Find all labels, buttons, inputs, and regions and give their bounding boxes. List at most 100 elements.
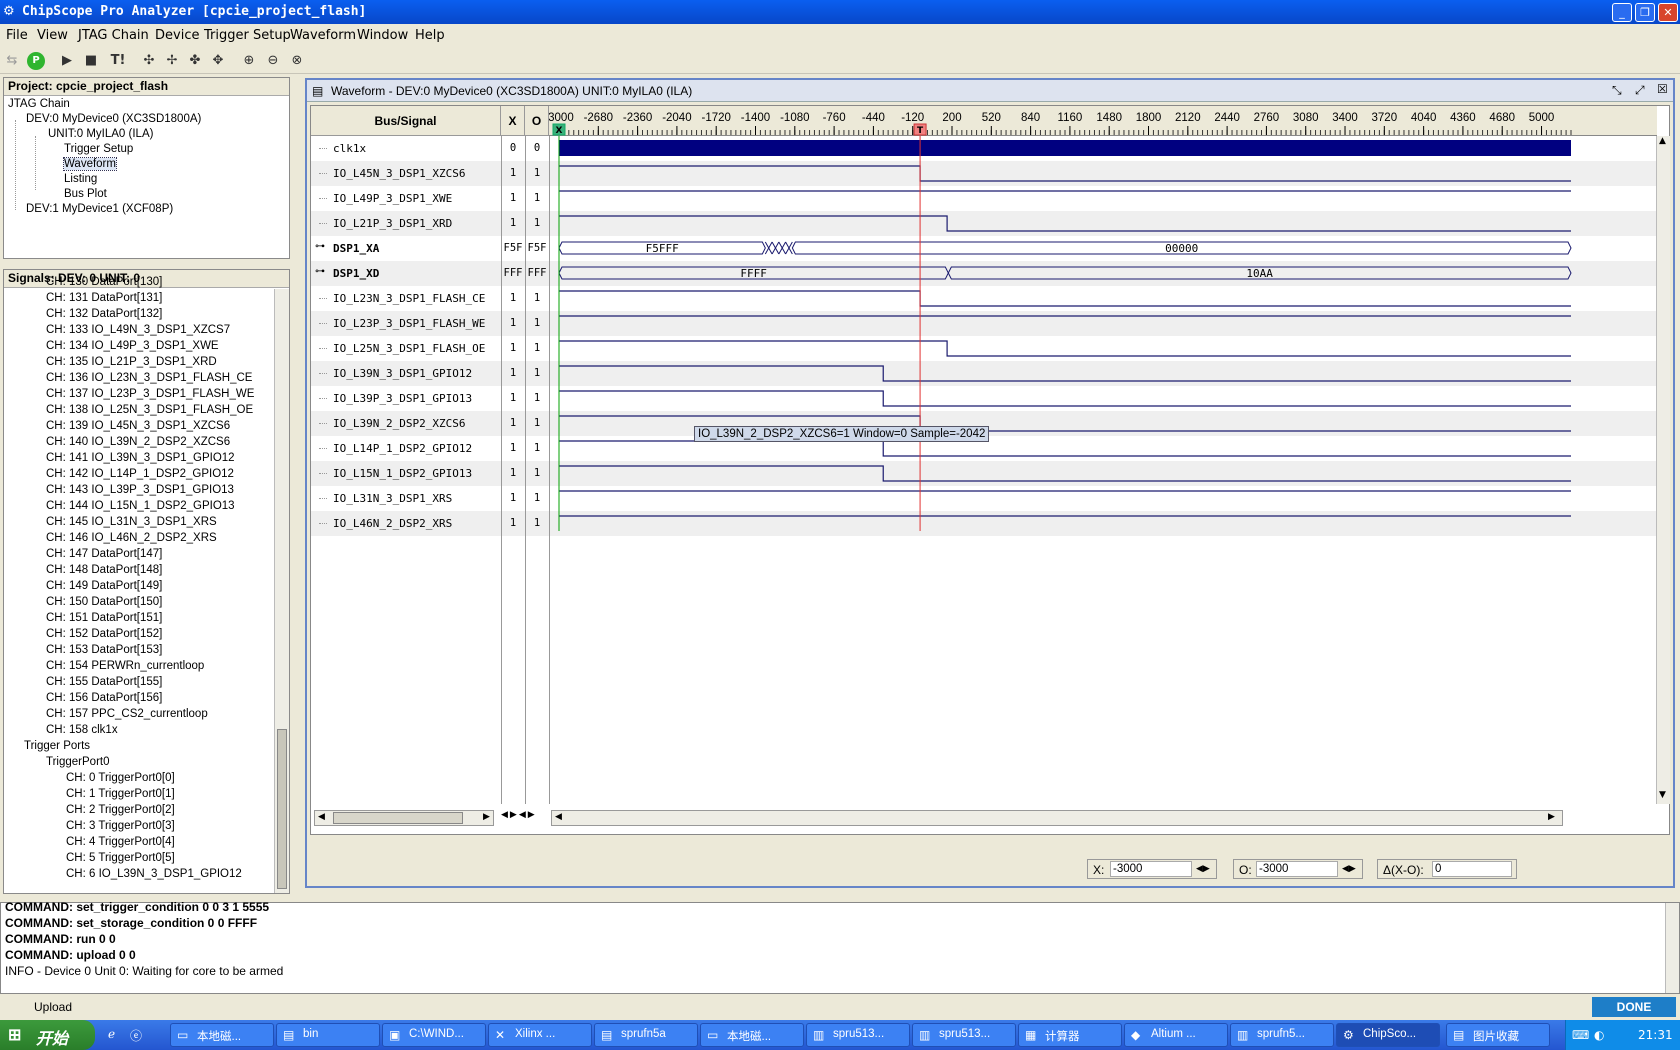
tree-unit0[interactable]: UNIT:0 MyILA0 (ILA) bbox=[48, 128, 153, 140]
waveform-canvas[interactable]: -3000 -2680 -2360 -2040 -1720 -1400 -1080 -760 -… bbox=[549, 106, 1657, 834]
time-scroll-right-icon[interactable]: ▶ bbox=[1548, 812, 1555, 822]
signal-list-item[interactable]: CH: 151 DataPort[151] bbox=[46, 612, 162, 624]
x-cursor-stepper-icon[interactable]: ◀▶ bbox=[1196, 863, 1210, 874]
minimize-button[interactable]: _ bbox=[1612, 3, 1632, 22]
signal-list-item[interactable]: CH: 149 DataPort[149] bbox=[46, 580, 162, 592]
signal-list-item[interactable]: CH: 156 DataPort[156] bbox=[46, 692, 162, 704]
signal-list-item[interactable]: CH: 147 DataPort[147] bbox=[46, 548, 162, 560]
start-button[interactable]: ⊞ 开始 bbox=[0, 1020, 95, 1050]
signal-name[interactable]: IO_L15N_1_DSP2_GPIO13 bbox=[333, 467, 472, 480]
signals-scrollbar[interactable] bbox=[274, 289, 289, 893]
cursor-tool-icon[interactable]: ✣ bbox=[140, 52, 158, 70]
run-status-icon[interactable]: P bbox=[27, 52, 45, 70]
tree-dev1[interactable]: DEV:1 MyDevice1 (XCF08P) bbox=[26, 203, 173, 215]
signal-list-item[interactable]: CH: 130 DataPort[130] bbox=[46, 276, 162, 288]
taskbar-button[interactable]: ▥ spru513... bbox=[806, 1023, 910, 1047]
tree-listing[interactable]: Listing bbox=[64, 173, 97, 185]
bus-signal-header[interactable]: Bus/Signal bbox=[311, 106, 501, 136]
taskbar-button[interactable]: ◆ Altium ... bbox=[1124, 1023, 1228, 1047]
signal-name[interactable]: IO_L25N_3_DSP1_FLASH_OE bbox=[333, 342, 485, 355]
taskbar-button[interactable]: ▤ 图片收藏 bbox=[1446, 1023, 1550, 1047]
signal-name[interactable]: DSP1_XD bbox=[333, 267, 379, 280]
bus-expand-icon[interactable]: ⊶ bbox=[315, 266, 325, 277]
taskbar-button[interactable]: ▦ 计算器 bbox=[1018, 1023, 1122, 1047]
taskbar-button[interactable]: ▣ C:\WIND... bbox=[382, 1023, 486, 1047]
taskbar-button[interactable]: ▥ spru513... bbox=[912, 1023, 1016, 1047]
cursor-prev-icon[interactable]: ✢ bbox=[163, 52, 181, 70]
zoom-in-icon[interactable]: ⊕ bbox=[240, 52, 258, 70]
network-icon[interactable]: ◐ bbox=[1594, 1028, 1604, 1042]
open-cable-icon[interactable]: ⇆ bbox=[3, 52, 21, 70]
taskbar-button[interactable]: ▭ 本地磁... bbox=[170, 1023, 274, 1047]
tree-bus-plot[interactable]: Bus Plot bbox=[64, 188, 107, 200]
taskbar-button[interactable]: ▥ sprufn5... bbox=[1230, 1023, 1334, 1047]
scroll-down-icon[interactable]: ▼ bbox=[1659, 790, 1666, 800]
browser-quicklaunch-icon[interactable]: ⓔ bbox=[130, 1027, 142, 1044]
trigger-list-item[interactable]: CH: 4 TriggerPort0[4] bbox=[66, 836, 175, 848]
column-scroll-arrows[interactable]: ◀▶◀▶ bbox=[501, 810, 549, 826]
taskbar-button[interactable]: ✕ Xilinx ... bbox=[488, 1023, 592, 1047]
scroll-right-icon[interactable]: ▶ bbox=[483, 812, 490, 822]
stop-icon[interactable]: ■ bbox=[82, 52, 100, 70]
signal-list-item[interactable]: CH: 135 IO_L21P_3_DSP1_XRD bbox=[46, 356, 217, 368]
menu-window[interactable]: Window bbox=[357, 28, 408, 43]
menu-view[interactable]: View bbox=[37, 28, 68, 43]
run-icon[interactable]: ▶ bbox=[58, 52, 76, 70]
signal-list-item[interactable]: CH: 155 DataPort[155] bbox=[46, 676, 162, 688]
signal-list-item[interactable]: CH: 132 DataPort[132] bbox=[46, 308, 162, 320]
o-cursor-input[interactable]: -3000 bbox=[1256, 861, 1338, 877]
ie-quicklaunch-icon[interactable]: ℯ bbox=[108, 1027, 115, 1041]
zoom-out-icon[interactable]: ⊖ bbox=[264, 52, 282, 70]
signal-list-item[interactable]: CH: 145 IO_L31N_3_DSP1_XRS bbox=[46, 516, 217, 528]
signal-name[interactable]: IO_L45N_3_DSP1_XZCS6 bbox=[333, 167, 465, 180]
keyboard-icon[interactable]: ⌨ bbox=[1572, 1028, 1589, 1042]
console-scrollbar[interactable] bbox=[1665, 903, 1679, 993]
signal-list-item[interactable]: CH: 144 IO_L15N_1_DSP2_GPIO13 bbox=[46, 500, 235, 512]
iconify-icon[interactable]: ⤡ bbox=[1612, 83, 1622, 98]
tree-dev0[interactable]: DEV:0 MyDevice0 (XC3SD1800A) bbox=[26, 113, 201, 125]
trigger-list-item[interactable]: CH: 3 TriggerPort0[3] bbox=[66, 820, 175, 832]
signal-name[interactable]: IO_L31N_3_DSP1_XRS bbox=[333, 492, 452, 505]
signal-list-item[interactable]: CH: 141 IO_L39N_3_DSP1_GPIO12 bbox=[46, 452, 235, 464]
close-waveform-icon[interactable]: ☒ bbox=[1657, 82, 1668, 96]
signal-list-item[interactable]: CH: 138 IO_L25N_3_DSP1_FLASH_OE bbox=[46, 404, 253, 416]
signal-list-item[interactable]: CH: 158 clk1x bbox=[46, 724, 118, 736]
signal-list-item[interactable]: CH: 142 IO_L14P_1_DSP2_GPIO12 bbox=[46, 468, 234, 480]
menu-trigger-setup[interactable]: Trigger Setup bbox=[204, 28, 291, 43]
maximize-waveform-icon[interactable]: ⤢ bbox=[1635, 83, 1645, 98]
signal-name[interactable]: IO_L39N_2_DSP2_XZCS6 bbox=[333, 417, 465, 430]
close-button[interactable]: ✕ bbox=[1658, 3, 1678, 22]
taskbar-button[interactable]: ⚙ ChipSco... bbox=[1336, 1023, 1440, 1047]
signal-list-item[interactable]: CH: 133 IO_L49N_3_DSP1_XZCS7 bbox=[46, 324, 230, 336]
trigger-list-item[interactable]: CH: 5 TriggerPort0[5] bbox=[66, 852, 175, 864]
signal-list-item[interactable]: CH: 152 DataPort[152] bbox=[46, 628, 162, 640]
scroll-up-icon[interactable]: ▲ bbox=[1659, 136, 1666, 146]
menu-file[interactable]: File bbox=[6, 28, 28, 43]
signal-name[interactable]: IO_L49P_3_DSP1_XWE bbox=[333, 192, 452, 205]
signal-name[interactable]: IO_L23P_3_DSP1_FLASH_WE bbox=[333, 317, 485, 330]
time-hscrollbar[interactable]: ◀ ▶ bbox=[551, 810, 1563, 826]
o-cursor-stepper-icon[interactable]: ◀▶ bbox=[1342, 863, 1356, 874]
signal-list-item[interactable]: CH: 143 IO_L39P_3_DSP1_GPIO13 bbox=[46, 484, 234, 496]
trigger-list-item[interactable]: CH: 2 TriggerPort0[2] bbox=[66, 804, 175, 816]
trigger-list-item[interactable]: CH: 6 IO_L39N_3_DSP1_GPIO12 bbox=[66, 868, 242, 880]
tree-trigger-setup[interactable]: Trigger Setup bbox=[64, 143, 133, 155]
signal-list-item[interactable]: CH: 150 DataPort[150] bbox=[46, 596, 162, 608]
tree-jtag-chain[interactable]: JTAG Chain bbox=[8, 98, 70, 110]
menu-waveform[interactable]: Waveform bbox=[290, 28, 356, 43]
signal-name[interactable]: DSP1_XA bbox=[333, 242, 379, 255]
signal-name[interactable]: IO_L46N_2_DSP2_XRS bbox=[333, 517, 452, 530]
bus-expand-icon[interactable]: ⊶ bbox=[315, 241, 325, 252]
trigger-list-item[interactable]: CH: 0 TriggerPort0[0] bbox=[66, 772, 175, 784]
cursor-swap-icon[interactable]: ✥ bbox=[209, 52, 227, 70]
signal-hscroll-thumb[interactable] bbox=[333, 812, 463, 824]
signal-list-item[interactable]: CH: 148 DataPort[148] bbox=[46, 564, 162, 576]
trigger-ports-node[interactable]: Trigger Ports bbox=[24, 740, 90, 752]
signal-name[interactable]: IO_L39P_3_DSP1_GPIO13 bbox=[333, 392, 472, 405]
signal-name[interactable]: IO_L23N_3_DSP1_FLASH_CE bbox=[333, 292, 485, 305]
taskbar-button[interactable]: ▤ bin bbox=[276, 1023, 380, 1047]
signal-name[interactable]: IO_L21P_3_DSP1_XRD bbox=[333, 217, 452, 230]
waveform-vscrollbar[interactable]: ▲ ▼ bbox=[1656, 136, 1670, 804]
tree-waveform[interactable]: Waveform bbox=[63, 157, 117, 171]
signal-list-item[interactable]: CH: 137 IO_L23P_3_DSP1_FLASH_WE bbox=[46, 388, 254, 400]
